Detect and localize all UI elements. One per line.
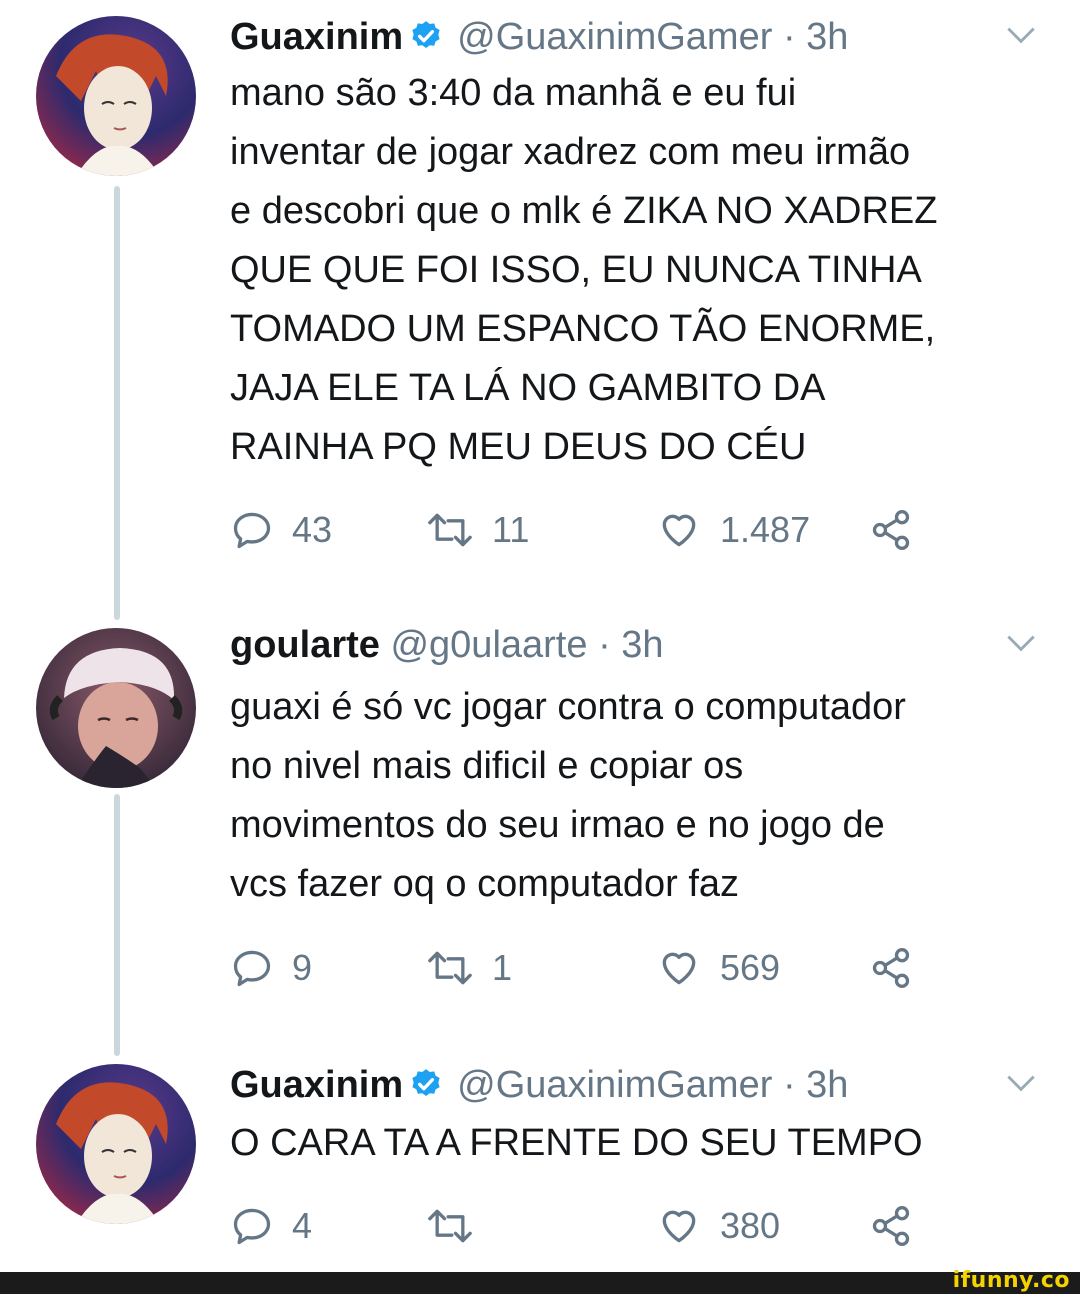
reply-count: 43 — [292, 509, 333, 550]
reply-button[interactable]: 4 — [230, 1204, 312, 1248]
timestamp[interactable]: · 3h — [783, 16, 848, 58]
retweet-count: 11 — [492, 509, 530, 550]
like-count: 569 — [720, 947, 781, 988]
retweet-icon — [428, 951, 472, 985]
tweet-header: goularte @g0ulaarte · 3h — [230, 622, 664, 668]
verified-badge-icon — [409, 18, 443, 64]
timestamp[interactable]: · 3h — [598, 624, 663, 666]
avatar[interactable] — [36, 16, 196, 176]
tweet-text: O CARA TA A FRENTE DO SEU TEMPO — [230, 1122, 923, 1164]
share-button[interactable] — [868, 1204, 914, 1248]
user-handle[interactable]: @GuaxinimGamer — [457, 1064, 772, 1106]
timestamp[interactable]: · 3h — [783, 1064, 848, 1106]
retweet-button[interactable] — [426, 1204, 492, 1248]
heart-icon — [662, 1210, 696, 1243]
like-button[interactable]: 380 — [656, 1204, 780, 1248]
avatar[interactable] — [36, 1064, 196, 1224]
share-icon — [872, 1206, 910, 1246]
user-handle[interactable]: @GuaxinimGamer — [457, 16, 772, 58]
reply-icon — [233, 950, 271, 987]
retweet-icon — [428, 513, 472, 547]
like-count: 1.487 — [720, 509, 811, 550]
tweet-text: mano são 3:40 da manhã e eu fui inventar… — [230, 72, 938, 468]
chevron-down-icon[interactable] — [1002, 16, 1040, 59]
retweet-icon — [428, 1209, 472, 1243]
retweet-button[interactable]: 1 — [426, 946, 512, 990]
chevron-down-icon[interactable] — [1002, 1064, 1040, 1107]
display-name[interactable]: Guaxinim — [230, 16, 403, 58]
tweet-header: Guaxinim @GuaxinimGamer · 3h — [230, 1062, 848, 1112]
share-icon — [872, 948, 910, 988]
like-button[interactable]: 569 — [656, 946, 780, 990]
retweet-count: 1 — [492, 947, 513, 988]
reply-count: 4 — [292, 1205, 313, 1246]
user-handle[interactable]: @g0ulaarte — [390, 624, 587, 666]
avatar[interactable] — [36, 628, 196, 788]
like-button[interactable]: 1.487 — [656, 508, 810, 552]
display-name[interactable]: goularte — [230, 624, 380, 666]
tweet[interactable]: Guaxinim @GuaxinimGamer · 3h O CARA TA A … — [0, 1062, 1080, 1262]
watermark-bar: ifunny.co — [0, 1268, 1080, 1294]
watermark-logo: ifunny.co — [952, 1268, 1070, 1293]
reply-count: 9 — [292, 947, 313, 988]
share-icon — [872, 510, 910, 550]
tweet[interactable]: goularte @g0ulaarte · 3h guaxi é só vc j… — [0, 622, 1080, 1022]
chevron-down-icon[interactable] — [1002, 624, 1040, 667]
heart-icon — [662, 514, 696, 547]
display-name[interactable]: Guaxinim — [230, 1064, 403, 1106]
tweet-text: guaxi é só vc jogar contra o computador … — [230, 686, 906, 905]
reply-button[interactable]: 9 — [230, 946, 312, 990]
tweet-header: Guaxinim @GuaxinimGamer · 3h — [230, 14, 848, 64]
tweet[interactable]: Guaxinim @GuaxinimGamer · 3h mano são 3:4… — [0, 14, 1080, 574]
reply-icon — [233, 512, 271, 549]
share-button[interactable] — [868, 946, 914, 990]
like-count: 380 — [720, 1205, 781, 1246]
share-button[interactable] — [868, 508, 914, 552]
verified-badge-icon — [409, 1066, 443, 1112]
reply-icon — [233, 1208, 271, 1245]
heart-icon — [662, 952, 696, 985]
retweet-button[interactable]: 11 — [426, 508, 529, 552]
reply-button[interactable]: 43 — [230, 508, 332, 552]
